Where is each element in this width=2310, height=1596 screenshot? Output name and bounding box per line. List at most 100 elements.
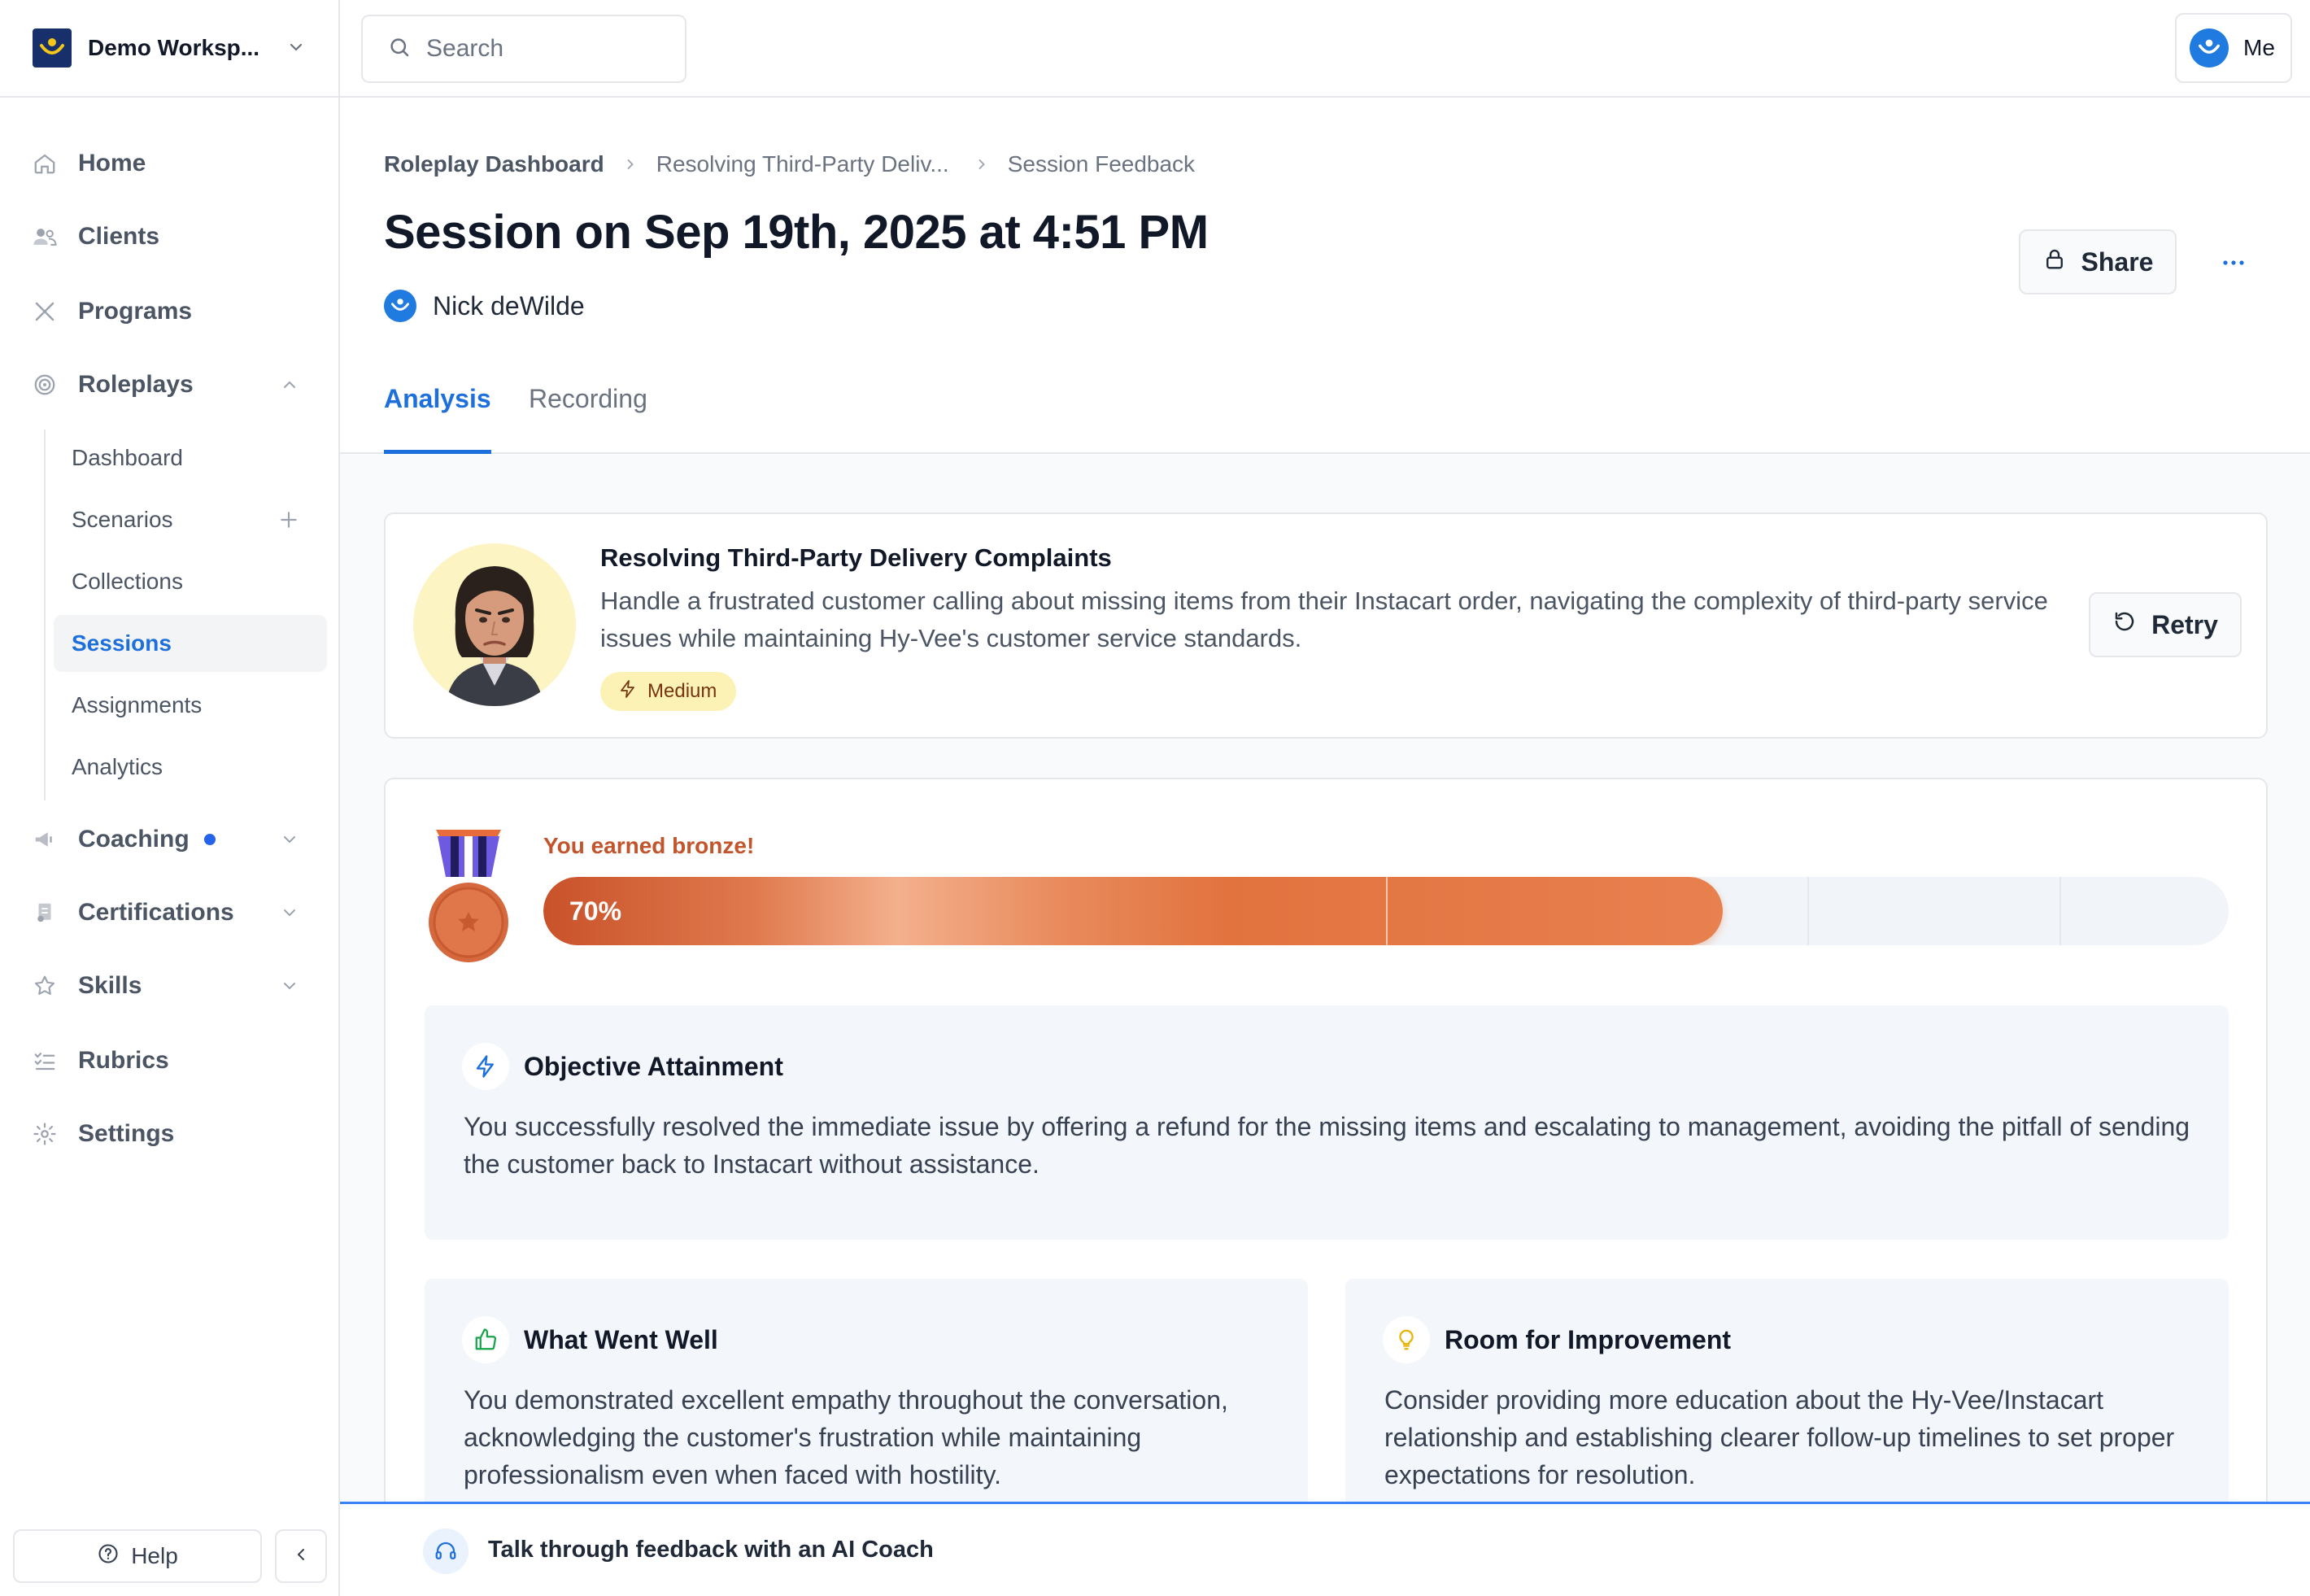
breadcrumb-item: Session Feedback	[1007, 151, 1196, 177]
breadcrumb-item[interactable]: Roleplay Dashboard	[384, 151, 604, 177]
sidebar-item-label: Clients	[78, 223, 160, 250]
search-box[interactable]	[361, 15, 686, 83]
sidebar-item-programs[interactable]: Programs	[31, 289, 307, 334]
sidebar-item-label: Certifications	[78, 899, 234, 926]
objective-attainment-panel: Objective Attainment You successfully re…	[425, 1005, 2229, 1240]
breadcrumb: Roleplay Dashboard Resolving Third-Party…	[384, 151, 1195, 177]
sidebar-item-certifications[interactable]: Certifications	[31, 890, 307, 935]
page-title: Session on Sep 19th, 2025 at 4:51 PM	[384, 206, 1209, 259]
panel-title: Room for Improvement	[1445, 1324, 1732, 1354]
progress-threshold-tick	[2059, 877, 2061, 945]
sidebar-item-label: Roleplays	[78, 371, 194, 398]
avatar	[384, 290, 416, 322]
add-scenario-icon[interactable]	[278, 509, 299, 536]
sidebar-item-skills[interactable]: Skills	[31, 963, 307, 1009]
lightbulb-icon	[1383, 1316, 1430, 1363]
sidebar-item-label: Skills	[78, 972, 142, 999]
scenario-card: Resolving Third-Party Delivery Complaint…	[384, 512, 2268, 739]
user-menu-button[interactable]: Me	[2175, 13, 2292, 83]
star-icon	[31, 972, 59, 1000]
subnav-item-dashboard[interactable]: Dashboard	[54, 430, 327, 486]
retry-button[interactable]: Retry	[2089, 592, 2242, 657]
bronze-medal-icon	[426, 826, 511, 965]
sidebar-item-settings[interactable]: Settings	[31, 1111, 307, 1157]
help-icon	[97, 1542, 120, 1571]
tab-recording[interactable]: Recording	[529, 384, 647, 454]
sidebar-item-coaching[interactable]: Coaching	[31, 817, 307, 862]
chevron-down-icon	[280, 830, 299, 853]
chevron-down-icon	[280, 903, 299, 927]
retry-icon	[2112, 609, 2137, 640]
medal-earned-text: You earned bronze!	[543, 833, 755, 858]
difficulty-label: Medium	[647, 680, 717, 702]
ai-coach-bar[interactable]: Talk through feedback with an AI Coach	[340, 1502, 2310, 1596]
home-icon	[31, 150, 59, 177]
search-input[interactable]	[426, 35, 670, 63]
help-button[interactable]: Help	[13, 1529, 262, 1583]
thumbs-up-icon	[462, 1316, 509, 1363]
lightning-icon	[618, 679, 638, 704]
programs-icon	[31, 298, 59, 325]
top-bar: Me	[340, 0, 2310, 98]
more-options-button[interactable]	[2209, 244, 2258, 283]
subnav-item-analytics[interactable]: Analytics	[54, 739, 327, 796]
notification-dot	[203, 834, 216, 845]
tab-analysis[interactable]: Analysis	[384, 384, 491, 454]
subnav-item-label: Scenarios	[72, 507, 173, 532]
lock-icon	[2042, 246, 2067, 277]
sidebar-item-clients[interactable]: Clients	[31, 214, 307, 259]
score-card: You earned bronze! 70% Objective Attainm…	[384, 778, 2268, 1596]
headset-icon	[423, 1528, 469, 1574]
panel-text: You demonstrated excellent empathy throu…	[464, 1385, 1228, 1489]
sidebar-item-label: Settings	[78, 1120, 175, 1147]
workspace-name: Demo Worksp...	[88, 35, 260, 60]
sidebar-item-label: Coaching	[78, 826, 190, 853]
progress-threshold-tick	[1386, 877, 1388, 945]
persona-avatar	[413, 543, 576, 706]
sidebar: Demo Worksp... Home Clients Programs Rol…	[0, 0, 340, 1596]
ai-coach-label: Talk through feedback with an AI Coach	[488, 1537, 934, 1563]
panel-title: What Went Well	[524, 1324, 718, 1354]
subnav-item-assignments[interactable]: Assignments	[54, 677, 327, 734]
panel-text: Consider providing more education about …	[1384, 1385, 2175, 1489]
chevron-up-icon	[280, 375, 299, 399]
collapse-sidebar-button[interactable]	[275, 1529, 327, 1583]
gear-icon	[31, 1120, 59, 1148]
help-label: Help	[131, 1543, 178, 1568]
user-menu-label: Me	[2243, 35, 2275, 60]
difficulty-badge: Medium	[600, 672, 737, 711]
sidebar-item-label: Home	[78, 150, 146, 177]
breadcrumb-item[interactable]: Resolving Third-Party Deliv...	[656, 151, 949, 177]
sidebar-item-roleplays[interactable]: Roleplays	[31, 362, 307, 408]
sidebar-item-home[interactable]: Home	[31, 141, 307, 186]
owner-name: Nick deWilde	[433, 290, 585, 321]
session-owner: Nick deWilde	[384, 290, 585, 322]
retry-label: Retry	[2151, 609, 2218, 639]
megaphone-icon	[31, 826, 59, 853]
ellipsis-icon	[2221, 256, 2246, 271]
subnav-item-collections[interactable]: Collections	[54, 553, 327, 610]
certificate-icon	[31, 899, 59, 927]
panel-text: You successfully resolved the immediate …	[464, 1112, 2190, 1179]
tab-bar: Analysis Recording	[340, 358, 2310, 454]
subnav-item-sessions[interactable]: Sessions	[54, 615, 327, 672]
list-check-icon	[31, 1047, 59, 1075]
score-progress-bar: 70%	[543, 877, 2229, 945]
search-icon	[387, 35, 412, 63]
subnav-divider	[44, 430, 46, 800]
chevron-down-icon	[280, 976, 299, 1000]
panel-title: Objective Attainment	[524, 1051, 783, 1081]
share-button[interactable]: Share	[2019, 229, 2177, 294]
chevron-left-icon	[291, 1545, 311, 1568]
subnav-item-scenarios[interactable]: Scenarios	[54, 491, 327, 548]
chevron-down-icon	[286, 37, 306, 61]
avatar	[2190, 28, 2229, 68]
target-icon	[31, 371, 59, 399]
lightning-icon	[462, 1043, 509, 1090]
progress-threshold-tick	[1807, 877, 1809, 945]
users-icon	[31, 223, 59, 251]
workspace-switcher[interactable]: Demo Worksp...	[0, 0, 340, 98]
workspace-logo-icon	[33, 28, 72, 68]
sidebar-item-rubrics[interactable]: Rubrics	[31, 1038, 307, 1084]
scenario-title: Resolving Third-Party Delivery Complaint…	[600, 543, 1112, 572]
